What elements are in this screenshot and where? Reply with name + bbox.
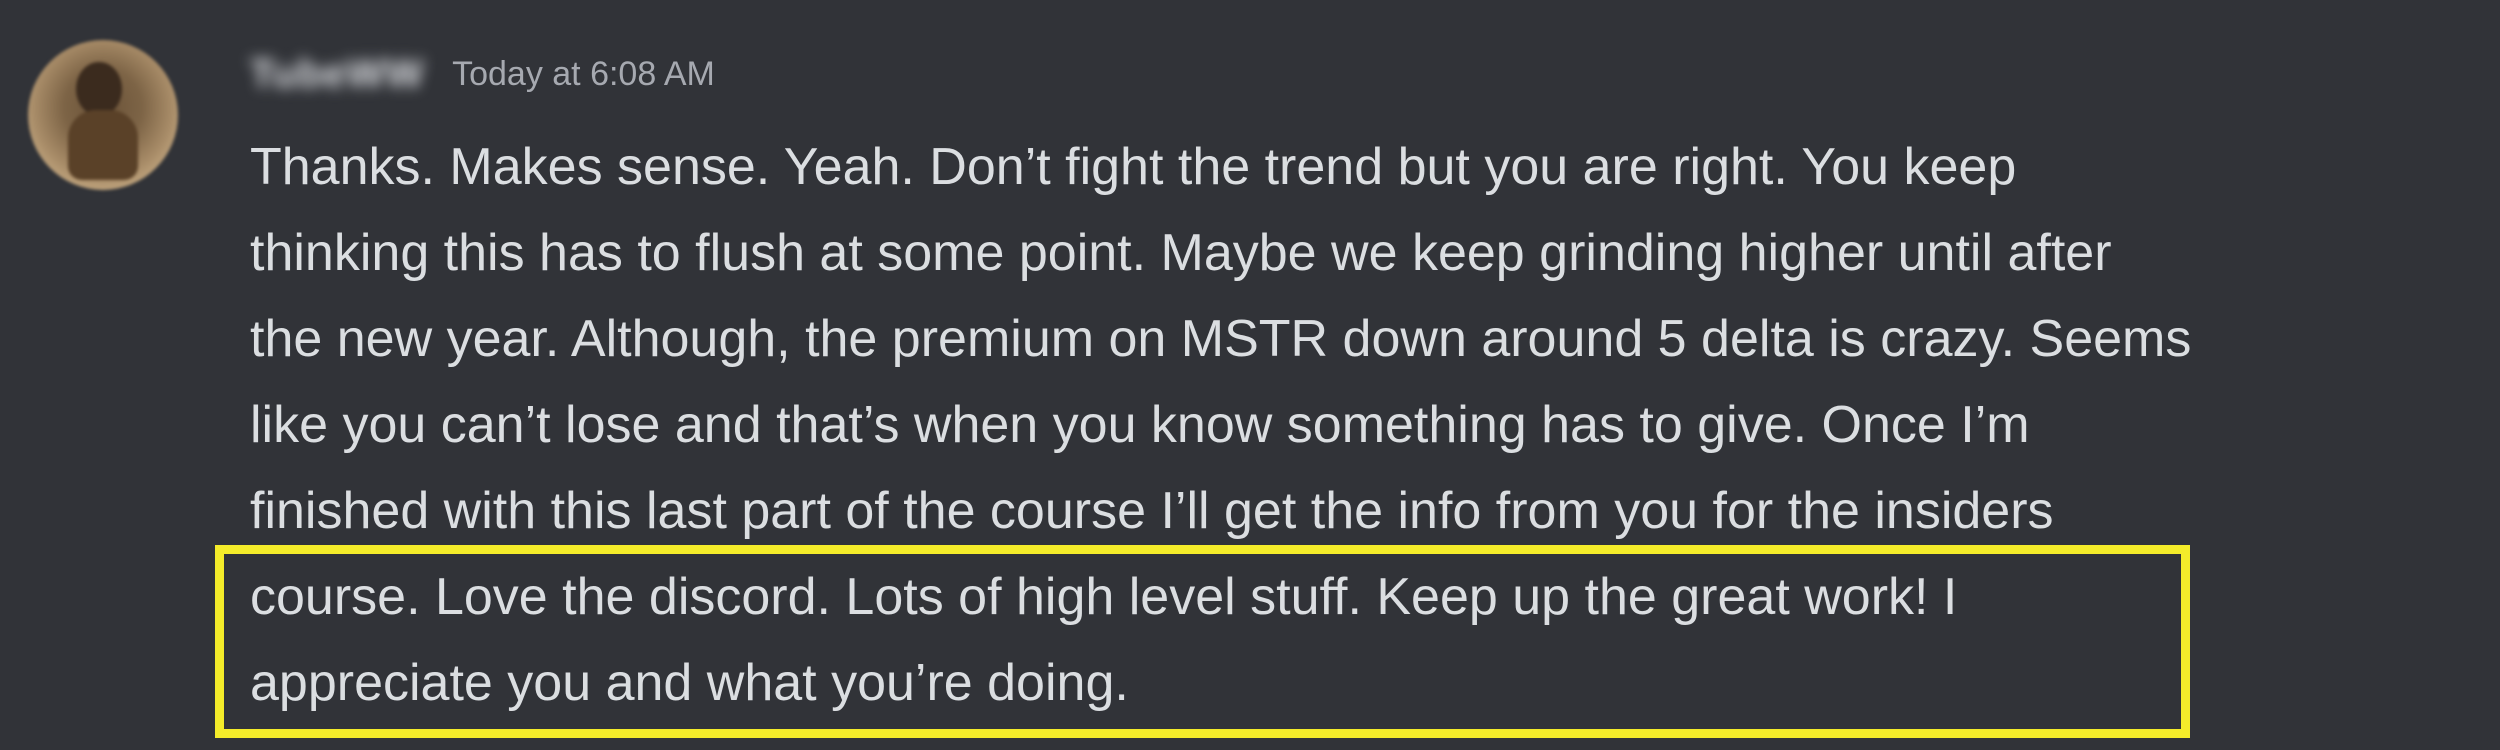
message-line: Thanks. Makes sense. Yeah. Don’t fight t… — [250, 138, 2017, 196]
user-avatar[interactable] — [28, 40, 178, 190]
message-timestamp[interactable]: Today at 6:08 AM — [452, 55, 715, 94]
avatar-figure-head — [76, 62, 122, 116]
message-line: thinking this has to flush at some point… — [250, 224, 2112, 282]
username-blurred[interactable]: TubeWW — [250, 52, 424, 97]
chat-message: TubeWW Today at 6:08 AM Thanks. Makes se… — [0, 0, 2500, 750]
message-line: the new year. Although, the premium on M… — [250, 310, 2192, 368]
message-header: TubeWW Today at 6:08 AM — [250, 48, 715, 100]
highlight-annotation-box — [215, 545, 2190, 738]
message-line: like you can’t lose and that’s when you … — [250, 396, 2030, 454]
message-line: finished with this last part of the cour… — [250, 482, 2054, 540]
avatar-figure-body — [68, 110, 138, 180]
